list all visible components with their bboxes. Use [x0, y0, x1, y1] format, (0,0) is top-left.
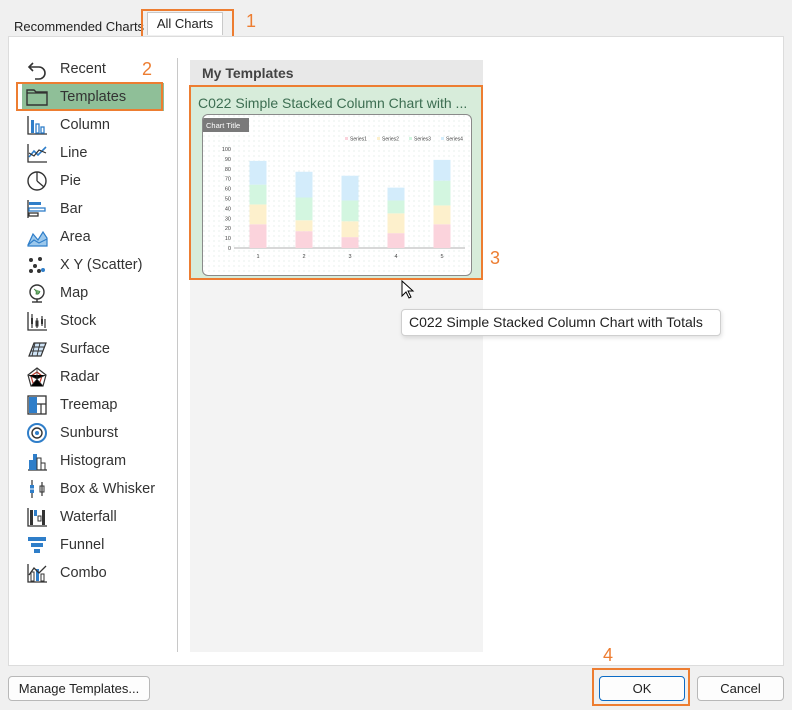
list-item-label: Pie — [60, 173, 81, 189]
callout-number-4: 4 — [603, 645, 614, 665]
histogram-chart-icon — [25, 449, 49, 473]
list-item-label: Radar — [60, 369, 100, 385]
list-item-stock[interactable]: Stock — [22, 307, 164, 335]
list-item-label: Box & Whisker — [60, 481, 156, 497]
list-item-area[interactable]: Area — [22, 223, 164, 251]
my-templates-header: My Templates — [190, 60, 483, 86]
scatter-chart-icon — [25, 253, 49, 277]
list-item-label: Column — [60, 117, 110, 133]
callout-number-3: 3 — [490, 248, 501, 268]
sunburst-chart-icon — [25, 421, 49, 445]
list-item-label: Sunburst — [60, 425, 119, 441]
cancel-button[interactable]: Cancel — [697, 676, 784, 701]
highlight-box-templates — [16, 82, 163, 111]
surface-chart-icon — [25, 337, 49, 361]
funnel-chart-icon — [25, 533, 49, 557]
template-tooltip: C022 Simple Stacked Column Chart with To… — [401, 309, 721, 336]
area-chart-icon — [25, 225, 49, 249]
chart-type-list: Recent Templates Column Line Pie Bar Are… — [22, 55, 164, 655]
list-item-label: Treemap — [60, 397, 118, 413]
list-item-pie[interactable]: Pie — [22, 167, 164, 195]
list-item-histogram[interactable]: Histogram — [22, 447, 164, 475]
callout-number-1: 1 — [246, 11, 257, 31]
list-item-waterfall[interactable]: Waterfall — [22, 503, 164, 531]
list-item-line[interactable]: Line — [22, 139, 164, 167]
list-item-label: Waterfall — [60, 509, 117, 525]
list-item-label: Histogram — [60, 453, 127, 469]
list-item-label: X Y (Scatter) — [60, 257, 143, 273]
highlight-box-ok — [592, 668, 690, 706]
list-item-label: Area — [60, 229, 91, 245]
list-item-combo[interactable]: Combo — [22, 559, 164, 587]
list-item-scatter[interactable]: X Y (Scatter) — [22, 251, 164, 279]
bar-chart-icon — [25, 197, 49, 221]
list-item-label: Surface — [60, 341, 110, 357]
list-item-radar[interactable]: Radar — [22, 363, 164, 391]
list-item-treemap[interactable]: Treemap — [22, 391, 164, 419]
list-item-map[interactable]: Map — [22, 279, 164, 307]
list-item-label: Map — [60, 285, 89, 301]
stock-chart-icon — [25, 309, 49, 333]
box-whisker-chart-icon — [25, 477, 49, 501]
undo-icon — [25, 57, 49, 81]
list-item-label: Combo — [60, 565, 107, 581]
list-item-box-whisker[interactable]: Box & Whisker — [22, 475, 164, 503]
list-item-label: Funnel — [60, 537, 105, 553]
radar-chart-icon — [25, 365, 49, 389]
list-item-funnel[interactable]: Funnel — [22, 531, 164, 559]
column-chart-icon — [25, 113, 49, 137]
highlight-box-all-charts — [141, 9, 234, 38]
list-item-sunburst[interactable]: Sunburst — [22, 419, 164, 447]
combo-chart-icon — [25, 561, 49, 585]
mouse-cursor-icon — [401, 279, 415, 305]
tab-recommended-charts[interactable]: Recommended Charts — [14, 19, 144, 34]
list-item-label: Line — [60, 145, 88, 161]
map-chart-icon — [25, 281, 49, 305]
divider — [177, 58, 178, 652]
list-item-label: Bar — [60, 201, 83, 217]
pie-chart-icon — [25, 169, 49, 193]
list-item-label: Stock — [60, 313, 97, 329]
manage-templates-button[interactable]: Manage Templates... — [8, 676, 150, 701]
list-item-bar[interactable]: Bar — [22, 195, 164, 223]
line-chart-icon — [25, 141, 49, 165]
list-item-surface[interactable]: Surface — [22, 335, 164, 363]
callout-number-2: 2 — [142, 59, 153, 79]
list-item-column[interactable]: Column — [22, 111, 164, 139]
waterfall-chart-icon — [25, 505, 49, 529]
treemap-chart-icon — [25, 393, 49, 417]
list-item-label: Recent — [60, 61, 106, 77]
highlight-box-template — [189, 85, 483, 280]
